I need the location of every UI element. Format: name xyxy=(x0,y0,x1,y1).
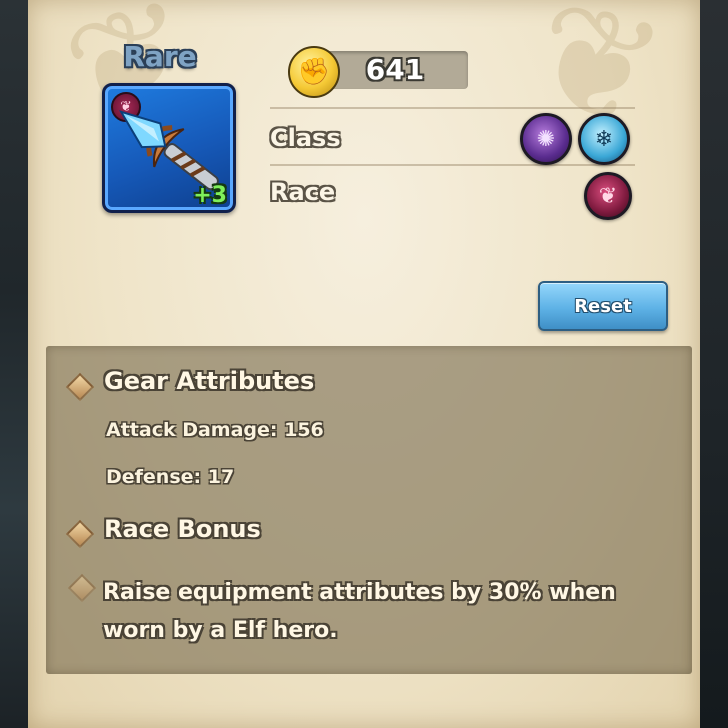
power-value: 641 xyxy=(365,53,425,86)
ice-class-icon[interactable]: ❄ xyxy=(578,113,630,165)
class-label: Class xyxy=(270,124,341,152)
background-right-edge xyxy=(698,0,728,728)
reset-button[interactable]: Reset xyxy=(538,281,668,331)
stat-attack-damage: Attack Damage: 156 xyxy=(106,419,324,441)
item-icon-frame[interactable]: ❦ +3 xyxy=(102,83,236,213)
divider xyxy=(270,107,635,109)
enhance-level: +3 xyxy=(193,183,227,208)
rarity-label: Rare xyxy=(123,40,197,73)
elf-race-icon[interactable]: ❦ xyxy=(584,172,632,220)
gear-attributes-title: Gear Attributes xyxy=(104,367,315,395)
divider xyxy=(270,164,635,166)
dark-class-icon[interactable]: ✺ xyxy=(520,113,572,165)
stat-defense: Defense: 17 xyxy=(106,466,235,488)
race-label: Race xyxy=(270,178,336,206)
race-bonus-description: Raise equipment attributes by 30% when w… xyxy=(103,580,616,643)
race-bonus-title: Race Bonus xyxy=(104,515,261,543)
fist-icon: ✊ xyxy=(288,46,340,98)
background-left-edge xyxy=(0,0,30,728)
